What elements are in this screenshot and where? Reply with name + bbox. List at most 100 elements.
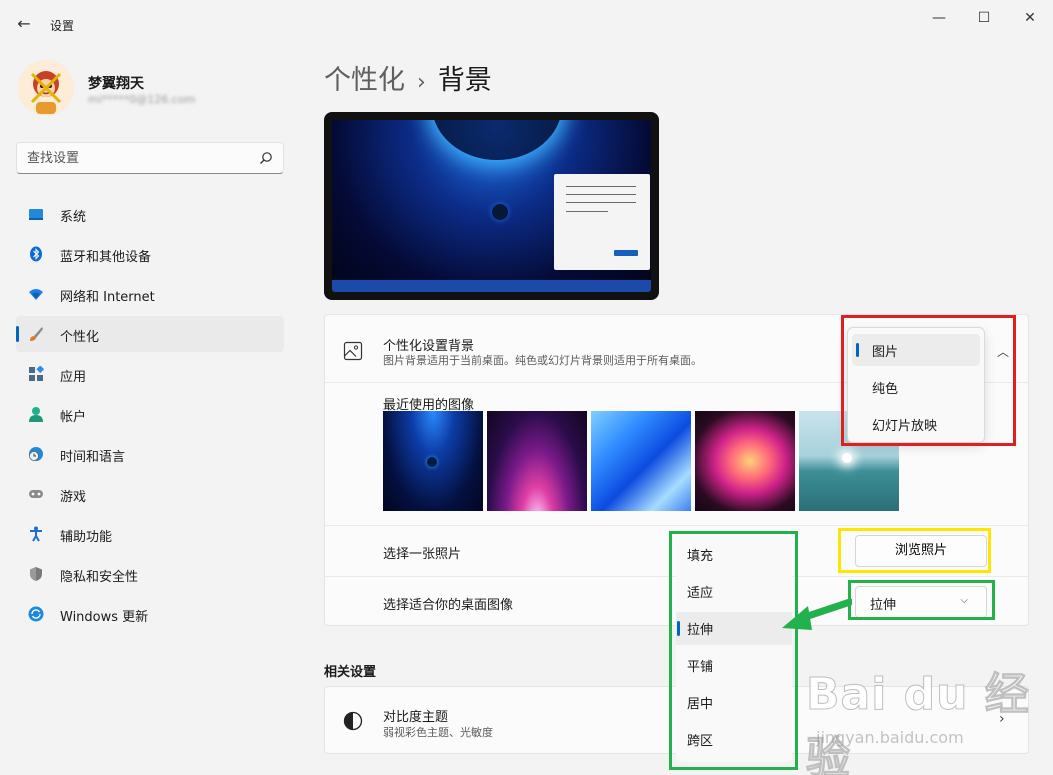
browse-photos-button[interactable]: 浏览照片 (855, 535, 987, 567)
search-input[interactable] (27, 143, 247, 173)
sidebar-item-time-language[interactable]: 时间和语言 (16, 436, 284, 472)
contrast-icon (343, 711, 363, 731)
breadcrumb-separator: › (417, 70, 426, 95)
fit-option-center[interactable]: 居中 (676, 686, 792, 719)
preview-window-line (566, 211, 608, 212)
fit-option-tile[interactable]: 平铺 (676, 649, 792, 682)
search-icon[interactable] (259, 151, 273, 165)
gamepad-icon (29, 490, 43, 498)
sidebar-item-bluetooth[interactable]: 蓝牙和其他设备 (16, 236, 284, 272)
fit-option-fill[interactable]: 填充 (676, 538, 792, 571)
accessibility-icon (30, 526, 42, 542)
close-button[interactable]: ✕ (1015, 8, 1045, 28)
fit-dropdown[interactable]: 拉伸 ⌵ (855, 586, 987, 618)
update-icon (28, 606, 44, 622)
preview-planet (432, 120, 562, 160)
sidebar-item-apps[interactable]: 应用 (16, 356, 284, 392)
bluetooth-icon (30, 246, 42, 262)
fit-options-flyout: 填充 适应 拉伸 平铺 居中 跨区 (676, 536, 792, 762)
fit-dropdown-value: 拉伸 (870, 598, 897, 613)
preview-window-line (566, 186, 636, 187)
preview-screen (332, 120, 651, 292)
brush-icon (30, 327, 43, 341)
title-bar: ← 设置 — ☐ ✕ (0, 0, 1053, 48)
avatar[interactable] (18, 60, 74, 116)
recent-image-blue-planet[interactable] (383, 411, 483, 511)
maximize-button[interactable]: ☐ (969, 8, 999, 28)
breadcrumb-parent[interactable]: 个性化 (324, 65, 405, 96)
divider (325, 525, 1028, 526)
minimize-button[interactable]: — (924, 8, 954, 28)
chevron-up-icon[interactable]: ︿ (997, 343, 1009, 360)
sidebar-item-windows-update[interactable]: Windows 更新 (16, 596, 284, 632)
background-type-flyout: 图片 纯色 幻灯片放映 (847, 327, 985, 443)
preview-taskbar (332, 280, 651, 292)
option-label: 平铺 (687, 660, 714, 675)
sidebar-item-label: 时间和语言 (60, 450, 126, 465)
app-title: 设置 (50, 19, 75, 33)
monkey-avatar-icon (18, 60, 74, 116)
option-label: 拉伸 (687, 623, 714, 638)
user-email: mi*****0@126.com (88, 93, 196, 106)
background-option-slideshow[interactable]: 幻灯片放映 (852, 408, 980, 440)
sidebar-item-label: 帐户 (60, 410, 87, 425)
preview-window-line (566, 202, 636, 203)
background-description: 图片背景适用于当前桌面。纯色或幻灯片背景则适用于所有桌面。 (383, 354, 702, 367)
search-box[interactable] (16, 142, 284, 174)
background-option-picture[interactable]: 图片 (852, 334, 980, 366)
sidebar-item-label: 网络和 Internet (60, 290, 155, 305)
fit-option-fit[interactable]: 适应 (676, 575, 792, 608)
thumb-sun (842, 453, 852, 463)
wifi-icon (29, 289, 43, 300)
option-label: 纯色 (872, 382, 899, 397)
sidebar-item-privacy[interactable]: 隐私和安全性 (16, 556, 284, 592)
preview-window-button (614, 250, 638, 256)
desktop-preview (324, 112, 659, 300)
recent-image-blue-bloom[interactable] (591, 411, 691, 511)
sidebar-item-personalization[interactable]: 个性化 (16, 316, 284, 352)
account-icon (29, 407, 43, 422)
sidebar-item-gaming[interactable]: 游戏 (16, 476, 284, 512)
option-label: 图片 (872, 345, 899, 360)
sidebar-item-label: 系统 (60, 210, 87, 225)
recent-image-colorful-ribbons[interactable] (695, 411, 795, 511)
preview-window-line (566, 194, 636, 195)
choose-photo-label: 选择一张照片 (383, 547, 462, 562)
preview-window (554, 174, 650, 270)
sidebar-item-label: Windows 更新 (60, 610, 149, 625)
sidebar-item-label: 应用 (60, 370, 87, 385)
apps-icon (29, 366, 44, 381)
sidebar-item-accessibility[interactable]: 辅助功能 (16, 516, 284, 552)
option-label: 跨区 (687, 734, 714, 749)
preview-orb (492, 204, 508, 220)
fit-label: 选择适合你的桌面图像 (383, 598, 514, 613)
contrast-description: 弱视彩色主题、光敏度 (383, 726, 493, 739)
system-icon (29, 209, 43, 220)
option-label: 填充 (687, 549, 714, 564)
sidebar-item-label: 个性化 (60, 330, 100, 345)
option-label: 幻灯片放映 (872, 419, 938, 434)
picture-icon (343, 341, 363, 361)
sidebar-item-accounts[interactable]: 帐户 (16, 396, 284, 432)
sidebar-item-system[interactable]: 系统 (16, 196, 284, 232)
fit-option-stretch[interactable]: 拉伸 (676, 612, 792, 645)
fit-option-span[interactable]: 跨区 (676, 723, 792, 756)
option-label: 居中 (687, 697, 714, 712)
related-settings-title: 相关设置 (324, 665, 377, 680)
chevron-down-icon: ⌵ (960, 595, 968, 606)
sidebar-item-label: 游戏 (60, 490, 87, 505)
contrast-title: 对比度主题 (383, 710, 449, 725)
page-title: 个性化 › 背景 (324, 58, 492, 97)
thumb-orb (427, 457, 437, 467)
sidebar-nav: 系统 蓝牙和其他设备 网络和 Internet 个性化 应用 帐户 时间和语言 … (16, 196, 284, 636)
back-button[interactable]: ← (14, 14, 34, 34)
recent-image-pink-glow[interactable] (487, 411, 587, 511)
clock-globe-icon (29, 447, 43, 461)
background-option-solid-color[interactable]: 纯色 (852, 371, 980, 403)
sidebar-item-label: 蓝牙和其他设备 (60, 250, 152, 265)
chevron-right-icon: › (999, 711, 1005, 727)
user-profile[interactable]: 梦翼翔天 mi*****0@126.com (18, 60, 288, 120)
sidebar-item-label: 辅助功能 (60, 530, 113, 545)
user-name: 梦翼翔天 (88, 76, 144, 92)
sidebar-item-network[interactable]: 网络和 Internet (16, 276, 284, 312)
